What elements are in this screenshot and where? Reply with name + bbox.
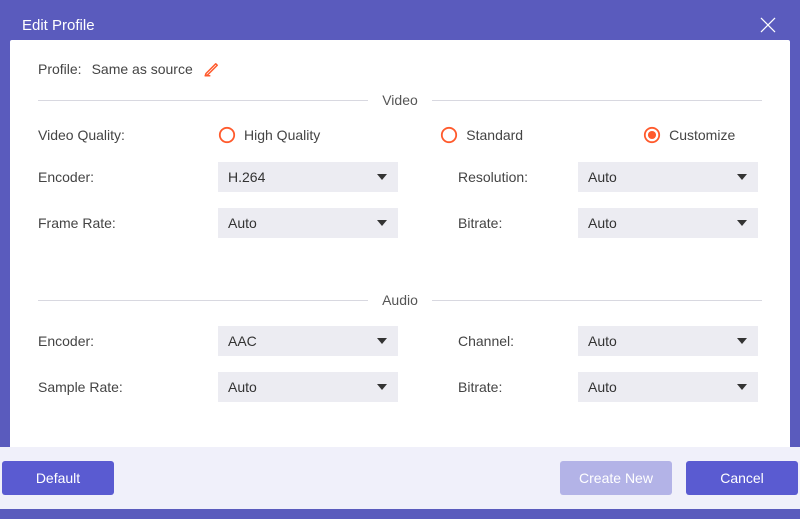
video-quality-row: Video Quality: High Quality Standard xyxy=(38,126,762,144)
video-bitrate-value: Auto xyxy=(588,215,617,231)
audio-samplerate-value: Auto xyxy=(228,379,257,395)
radio-customize[interactable]: Customize xyxy=(643,126,735,144)
radio-standard[interactable]: Standard xyxy=(440,126,523,144)
video-encoder-select[interactable]: H.264 xyxy=(218,162,398,192)
create-new-button[interactable]: Create New xyxy=(560,461,672,495)
video-quality-label: Video Quality: xyxy=(38,127,218,143)
audio-section-header: Audio xyxy=(38,292,762,308)
video-framerate-value: Auto xyxy=(228,215,257,231)
audio-samplerate-select[interactable]: Auto xyxy=(218,372,398,402)
video-bitrate-label: Bitrate: xyxy=(458,215,578,231)
audio-encoder-select[interactable]: AAC xyxy=(218,326,398,356)
window-frame: Edit Profile Profile: Same as source Vid… xyxy=(0,0,800,519)
close-icon[interactable] xyxy=(758,15,778,35)
video-resolution-select[interactable]: Auto xyxy=(578,162,758,192)
footer-bar: Default Create New Cancel xyxy=(0,447,800,509)
radio-high-quality[interactable]: High Quality xyxy=(218,126,320,144)
default-button[interactable]: Default xyxy=(2,461,114,495)
dialog-body: Profile: Same as source Video Video Qual… xyxy=(10,40,790,509)
profile-row: Profile: Same as source xyxy=(38,60,762,78)
audio-section-label: Audio xyxy=(368,292,432,308)
video-bitrate-select[interactable]: Auto xyxy=(578,208,758,238)
video-framerate-label: Frame Rate: xyxy=(38,215,218,231)
video-settings-grid: Encoder: H.264 Resolution: Auto Frame Ra… xyxy=(38,162,762,238)
video-quality-radio-group: High Quality Standard Customize xyxy=(218,126,735,144)
audio-bitrate-value: Auto xyxy=(588,379,617,395)
window-title: Edit Profile xyxy=(22,17,95,34)
video-section-header: Video xyxy=(38,92,762,108)
audio-encoder-value: AAC xyxy=(228,333,257,349)
radio-icon xyxy=(440,126,458,144)
cancel-button[interactable]: Cancel xyxy=(686,461,798,495)
radio-icon xyxy=(218,126,236,144)
chevron-down-icon xyxy=(736,381,748,393)
chevron-down-icon xyxy=(736,335,748,347)
audio-bitrate-label: Bitrate: xyxy=(458,379,578,395)
video-section-label: Video xyxy=(368,92,432,108)
chevron-down-icon xyxy=(376,171,388,183)
video-encoder-label: Encoder: xyxy=(38,169,218,185)
audio-bitrate-select[interactable]: Auto xyxy=(578,372,758,402)
radio-customize-label: Customize xyxy=(669,127,735,143)
chevron-down-icon xyxy=(376,381,388,393)
radio-icon xyxy=(643,126,661,144)
audio-encoder-label: Encoder: xyxy=(38,333,218,349)
video-resolution-value: Auto xyxy=(588,169,617,185)
chevron-down-icon xyxy=(736,171,748,183)
chevron-down-icon xyxy=(376,217,388,229)
video-resolution-label: Resolution: xyxy=(458,169,578,185)
audio-samplerate-label: Sample Rate: xyxy=(38,379,218,395)
audio-channel-select[interactable]: Auto xyxy=(578,326,758,356)
default-button-label: Default xyxy=(36,470,80,486)
chevron-down-icon xyxy=(736,217,748,229)
video-encoder-value: H.264 xyxy=(228,169,265,185)
title-bar: Edit Profile xyxy=(10,10,790,40)
audio-settings-grid: Encoder: AAC Channel: Auto Sample Rate: … xyxy=(38,326,762,402)
video-framerate-select[interactable]: Auto xyxy=(218,208,398,238)
cancel-button-label: Cancel xyxy=(720,470,764,486)
radio-high-quality-label: High Quality xyxy=(244,127,320,143)
radio-standard-label: Standard xyxy=(466,127,523,143)
profile-value: Same as source xyxy=(92,61,193,77)
audio-channel-label: Channel: xyxy=(458,333,578,349)
audio-channel-value: Auto xyxy=(588,333,617,349)
create-new-button-label: Create New xyxy=(579,470,653,486)
profile-label: Profile: xyxy=(38,61,82,77)
chevron-down-icon xyxy=(376,335,388,347)
edit-icon[interactable] xyxy=(203,60,221,78)
